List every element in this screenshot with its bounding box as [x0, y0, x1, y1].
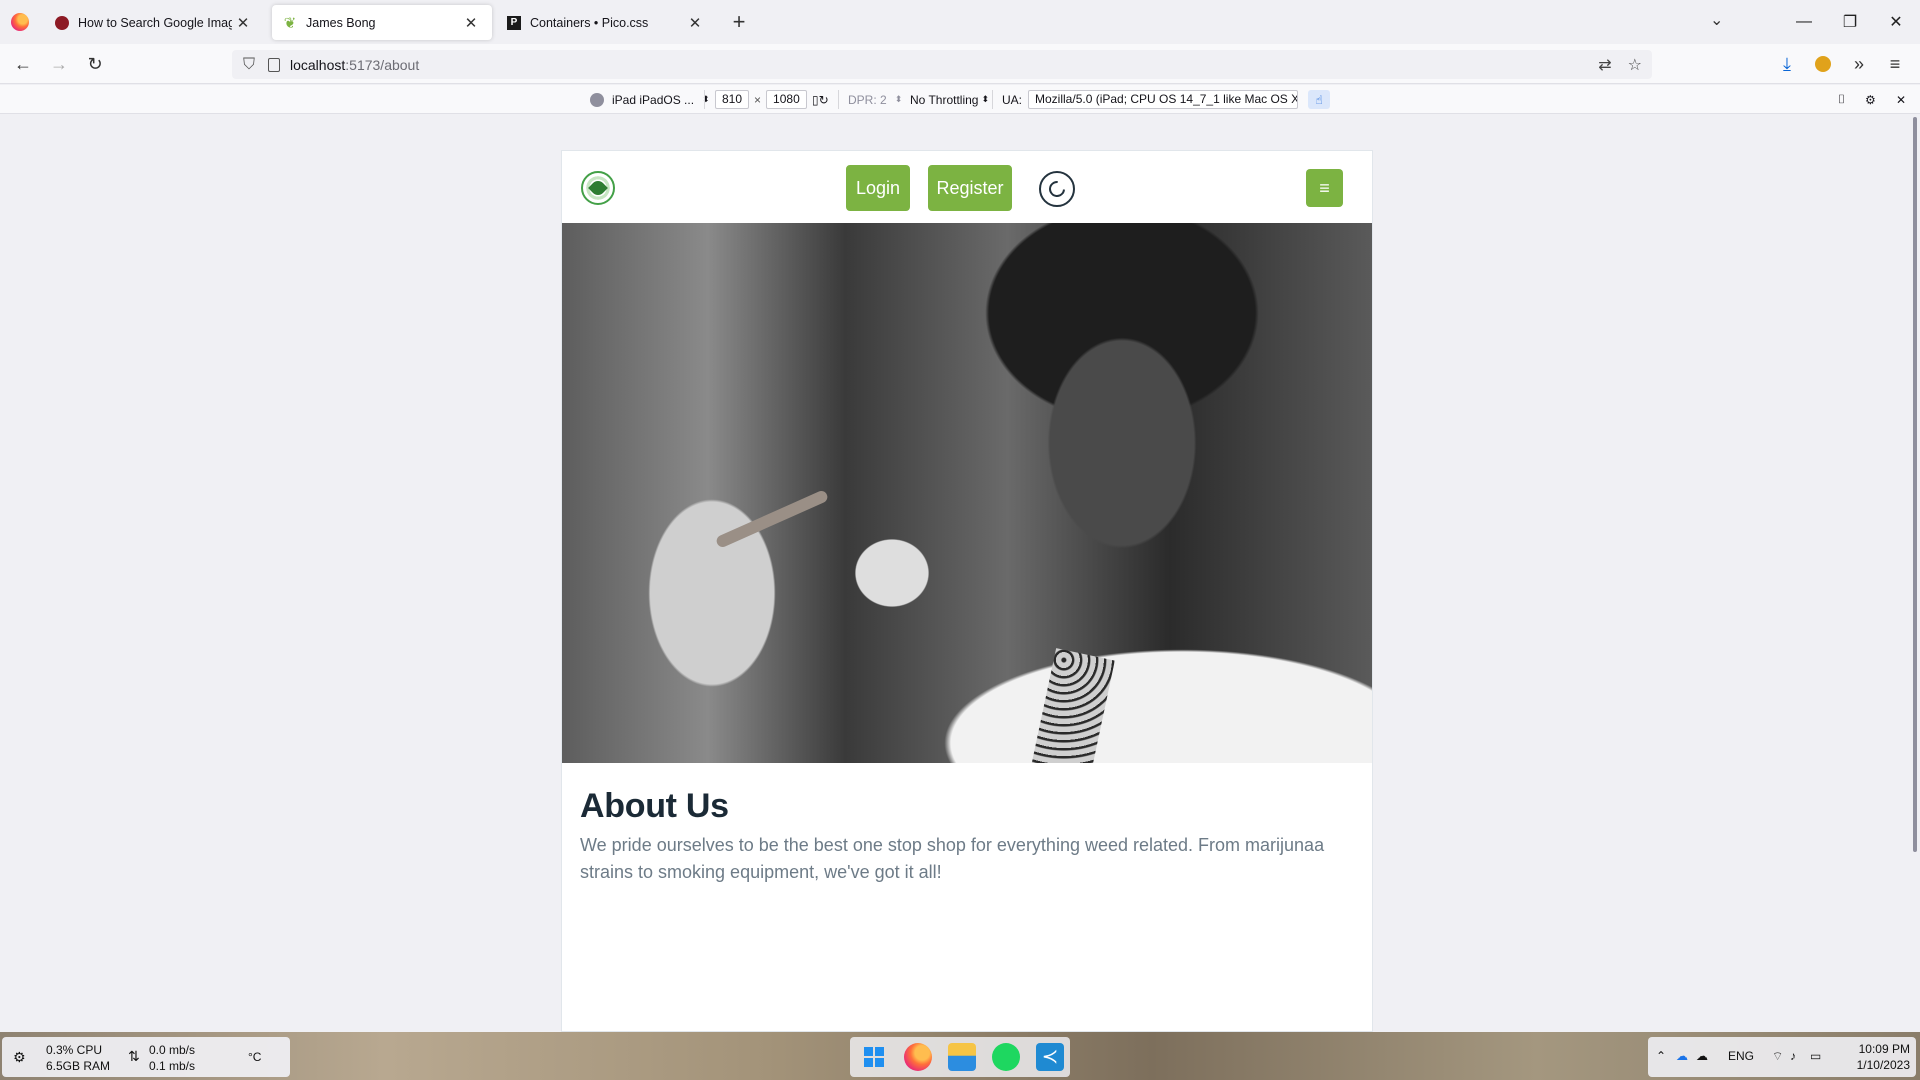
login-button[interactable]: Login [846, 165, 910, 211]
touch-simulation-icon[interactable]: ☝ [1308, 90, 1330, 109]
list-all-tabs-icon[interactable]: ⌄ [1710, 10, 1723, 30]
close-rdm-icon[interactable]: ✕ [1896, 90, 1906, 109]
net-up: 0.1 mb/s [149, 1059, 196, 1073]
close-tab-icon[interactable]: ✕ [684, 14, 706, 32]
screenshot-icon[interactable]: ⌷ [1838, 90, 1845, 109]
tab-james-bong[interactable]: ❦ James Bong ✕ [272, 5, 492, 40]
navigation-toolbar: ← → ↻ ⛉ localhost:5173/about ⇄ ☆ ⤓ » ≡ [0, 44, 1920, 84]
app-menu-icon[interactable]: ≡ [1881, 50, 1909, 78]
restore-icon[interactable]: ❐ [1827, 0, 1873, 44]
volume-icon[interactable]: ♪ [1790, 1049, 1796, 1063]
google-images-favicon-icon [54, 15, 70, 31]
chip-icon: ⚙ [13, 1049, 26, 1065]
windows-start-icon[interactable] [860, 1043, 888, 1071]
file-explorer-icon[interactable] [948, 1043, 976, 1071]
vscode-icon[interactable]: ≺ [1036, 1043, 1064, 1071]
page-info-icon[interactable] [268, 57, 280, 72]
tab-pico-containers[interactable]: P Containers • Pico.css ✕ [496, 5, 716, 40]
ua-label: UA: [1002, 92, 1023, 107]
account-avatar-icon[interactable] [1809, 50, 1837, 78]
bookmark-star-icon[interactable]: ☆ [1628, 55, 1642, 75]
cpu-usage: 0.3% CPU [46, 1043, 103, 1057]
firefox-menu-icon[interactable] [11, 13, 29, 31]
close-window-icon[interactable]: ✕ [1873, 0, 1919, 44]
show-hidden-icons-chevron-icon[interactable]: ⌃ [1656, 1049, 1666, 1063]
language-indicator[interactable]: ENG [1728, 1049, 1754, 1063]
settings-gear-icon[interactable]: ⚙ [1865, 90, 1876, 109]
about-section: About Us We pride ourselves to be the be… [580, 787, 1355, 886]
cloud-icon[interactable]: ☁ [1696, 1049, 1708, 1063]
clock-date[interactable]: 1/10/2023 [1840, 1057, 1910, 1073]
clock-time[interactable]: 10:09 PM [1840, 1041, 1910, 1057]
site-logo-icon[interactable] [581, 171, 615, 205]
system-tray: ⌃ ☁ ☁ ENG ⌔ ♪ ▭ 10:09 PM 1/10/2023 [1648, 1037, 1916, 1077]
url-bar[interactable]: ⛉ localhost:5173/about ⇄ ☆ [232, 50, 1652, 79]
hamburger-menu-button[interactable]: ≡ [1306, 169, 1343, 207]
about-paragraph: We pride ourselves to be the best one st… [580, 835, 1325, 882]
tab-google-images[interactable]: How to Search Google Images f ✕ [44, 5, 264, 40]
battery-icon[interactable]: ▭ [1810, 1049, 1821, 1063]
tracking-shield-icon[interactable]: ⛉ [242, 56, 256, 73]
close-tab-icon[interactable]: ✕ [232, 14, 254, 32]
leaf-favicon-icon: ❦ [283, 14, 297, 32]
onedrive-cloud-icon[interactable]: ☁ [1676, 1049, 1688, 1063]
taskbar-apps: ≺ [850, 1037, 1070, 1077]
back-arrow-icon[interactable]: ← [9, 50, 37, 78]
tab-title: James Bong [306, 15, 376, 30]
ram-usage: 6.5GB RAM [46, 1059, 111, 1073]
temperature: °C [248, 1050, 262, 1064]
reload-icon[interactable]: ↻ [81, 50, 109, 78]
tab-title: How to Search Google Images f [78, 15, 232, 30]
tab-title: Containers • Pico.css [530, 15, 649, 30]
network-arrows-icon: ⇅ [128, 1048, 140, 1064]
register-button[interactable]: Register [928, 165, 1012, 211]
scrollbar-thumb[interactable] [1913, 117, 1917, 852]
throttling-selector[interactable]: No Throttling ⬍ [910, 90, 989, 109]
device-icon [590, 92, 604, 107]
spotify-icon[interactable] [992, 1043, 1020, 1071]
viewport-width-input[interactable]: 810 [715, 90, 750, 109]
tab-strip: How to Search Google Images f ✕ ❦ James … [0, 0, 1920, 44]
forward-arrow-icon[interactable]: → [45, 50, 73, 78]
close-tab-icon[interactable]: ✕ [460, 14, 482, 32]
pico-favicon-icon: P [506, 15, 522, 31]
device-selector[interactable]: iPad iPadOS ... ⬍ [590, 90, 710, 109]
net-down: 0.0 mb/s [149, 1043, 196, 1057]
minimize-icon[interactable]: — [1781, 0, 1827, 44]
user-agent-input[interactable]: Mozilla/5.0 (iPad; CPU OS 14_7_1 like Ma… [1028, 90, 1299, 109]
windows-taskbar: ⚙ 0.3% CPU 6.5GB RAM ⇅ 0.0 mb/s 0.1 mb/s… [0, 1032, 1920, 1080]
hero-photo [562, 223, 1372, 763]
viewport-height-input[interactable]: 1080 [766, 90, 807, 109]
site-header: Login Register ≡ [562, 151, 1372, 223]
performance-widget[interactable]: ⚙ 0.3% CPU 6.5GB RAM ⇅ 0.0 mb/s 0.1 mb/s… [2, 1037, 290, 1077]
firefox-taskbar-icon[interactable] [904, 1043, 932, 1071]
page-title: About Us [580, 787, 729, 825]
wifi-icon[interactable]: ⌔ [1772, 1049, 1783, 1064]
emulated-page: Login Register ≡ About Us We pride ourse… [561, 150, 1373, 1032]
dpr-selector[interactable]: DPR: 2 ⬍ [848, 90, 902, 109]
responsive-design-toolbar: iPad iPadOS ... ⬍ 810 × 1080 ▯↻ DPR: 2 ⬍ … [0, 85, 1920, 114]
more-tools-icon[interactable]: » [1845, 50, 1873, 78]
downloads-icon[interactable]: ⤓ [1773, 50, 1801, 78]
url-text[interactable]: localhost:5173/about [290, 57, 419, 73]
theme-toggle-moon-icon[interactable] [1039, 171, 1075, 207]
new-tab-button[interactable]: + [726, 9, 752, 35]
translate-icon[interactable]: ⇄ [1598, 55, 1611, 75]
rotate-viewport-icon[interactable]: ▯↻ [812, 90, 829, 109]
